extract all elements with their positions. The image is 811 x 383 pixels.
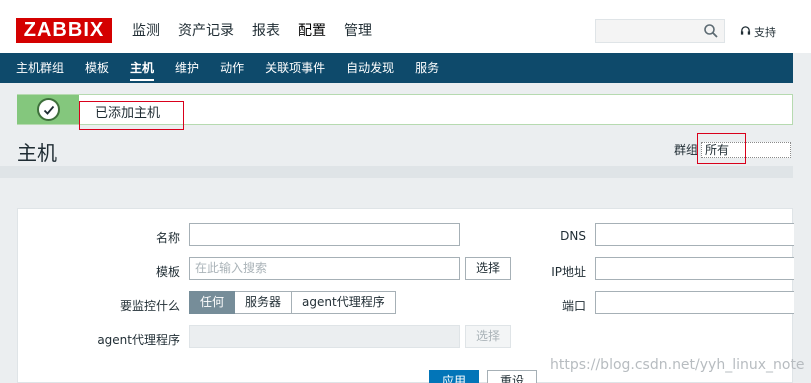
group-select[interactable]: 所有	[701, 141, 792, 158]
monitored-by-label: 要监控什么	[119, 299, 180, 313]
name-input[interactable]	[189, 223, 460, 246]
template-search-input[interactable]: 在此输入搜索	[189, 257, 460, 280]
main-menu-monitoring[interactable]: 监测	[132, 22, 160, 40]
watermark: https://blog.csdn.net/yyh_linux_note	[550, 357, 805, 373]
template-select-button[interactable]: 选择	[465, 257, 511, 280]
proxy-label: agent代理程序	[97, 333, 180, 347]
check-circle-icon	[37, 98, 60, 121]
reset-button[interactable]: 重设	[487, 370, 537, 383]
dns-label: DNS	[560, 229, 586, 243]
monitored-by-proxy[interactable]: agent代理程序	[292, 291, 396, 314]
port-input[interactable]	[595, 291, 794, 314]
main-menu: 监测 资产记录 报表 配置 管理	[132, 22, 390, 40]
search-icon[interactable]	[703, 23, 719, 39]
group-filter: 群组 所有	[674, 141, 792, 158]
sub-menu-services[interactable]: 服务	[415, 53, 439, 83]
main-menu-reports[interactable]: 报表	[252, 22, 280, 40]
page-title: 主机	[17, 141, 57, 165]
sub-menu-hosts[interactable]: 主机	[130, 53, 155, 83]
monitored-by-any[interactable]: 任何	[189, 291, 236, 314]
filter-tab-band	[0, 166, 793, 178]
main-menu-inventory[interactable]: 资产记录	[178, 22, 234, 40]
port-label: 端口	[561, 299, 586, 313]
monitored-by-toggle: 任何 服务器 agent代理程序	[189, 291, 396, 314]
ip-input[interactable]	[595, 257, 794, 280]
sub-menu-correlation[interactable]: 关联项事件	[265, 53, 325, 83]
zabbix-logo[interactable]: ZABBIX	[16, 18, 112, 43]
success-indicator	[17, 95, 79, 124]
name-label: 名称	[155, 231, 180, 245]
proxy-select-button: 选择	[465, 325, 511, 348]
main-menu-administration[interactable]: 管理	[344, 22, 372, 40]
sub-menu: 主机群组 模板 主机 维护 动作 关联项事件 自动发现 服务	[0, 53, 793, 83]
proxy-input	[189, 325, 460, 348]
sub-menu-actions[interactable]: 动作	[220, 53, 244, 83]
sub-menu-templates[interactable]: 模板	[85, 53, 109, 83]
sub-menu-discovery[interactable]: 自动发现	[346, 53, 394, 83]
group-filter-label: 群组	[674, 143, 699, 157]
search-input[interactable]	[595, 19, 725, 43]
sub-menu-host-groups[interactable]: 主机群组	[16, 53, 64, 83]
dns-input[interactable]	[595, 223, 794, 246]
top-header: ZABBIX 监测 资产记录 报表 配置 管理 支持	[0, 0, 811, 53]
success-message-text: 已添加主机	[95, 106, 161, 121]
template-label: 模板	[155, 265, 180, 279]
support-link[interactable]: 支持	[740, 24, 776, 40]
headset-icon	[740, 25, 751, 39]
main-menu-configuration[interactable]: 配置	[298, 22, 326, 40]
monitored-by-server[interactable]: 服务器	[235, 291, 293, 314]
success-message: 已添加主机	[17, 94, 793, 125]
support-label: 支持	[754, 26, 776, 39]
apply-button[interactable]: 应用	[429, 370, 479, 383]
sub-menu-maintenance[interactable]: 维护	[175, 53, 199, 83]
ip-label: IP地址	[551, 265, 586, 279]
